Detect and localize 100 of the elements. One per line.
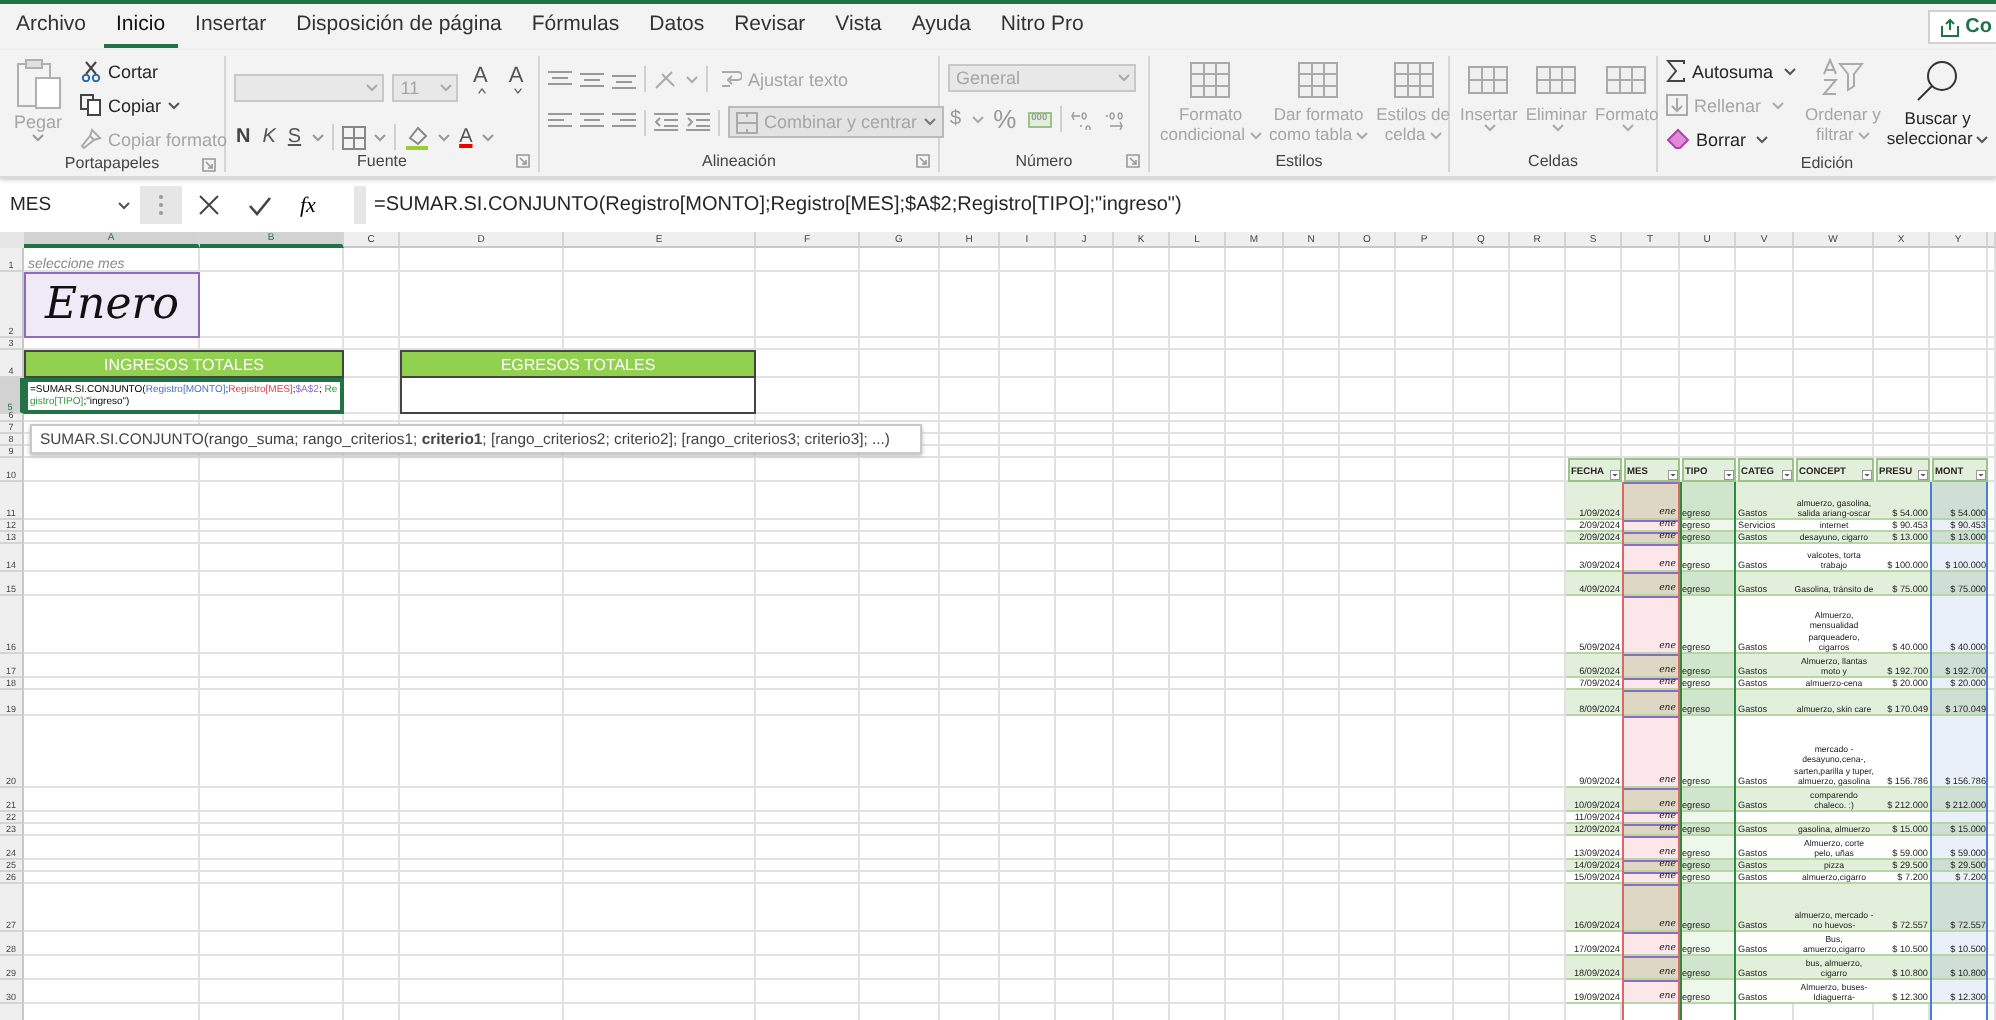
clear-button[interactable]: Borrar [1662, 124, 1800, 154]
caret-icon [1249, 131, 1262, 140]
paintbrush-icon [80, 128, 103, 150]
ribbon-tab[interactable]: Vista [823, 6, 894, 48]
ribbon-tab[interactable]: Nitro Pro [988, 6, 1096, 48]
filter-dropdown-icon[interactable] [1668, 470, 1678, 480]
caret-icon [1552, 124, 1565, 132]
group-label: Alineación [702, 152, 776, 170]
ribbon-tab[interactable]: Disposición de página [284, 6, 514, 48]
caret-icon [1622, 124, 1635, 132]
copy-button[interactable]: Copiar [76, 90, 232, 120]
caret-icon [118, 201, 130, 209]
group-label: Celdas [1528, 152, 1578, 170]
align-middle-icon[interactable] [580, 69, 604, 89]
borders-icon[interactable] [341, 125, 366, 149]
dialog-launcher-icon[interactable] [916, 154, 930, 168]
insert-function-button[interactable]: fx [300, 193, 316, 217]
expense-header: EGRESOS TOTALES [400, 350, 756, 378]
caret-icon [1118, 74, 1130, 82]
table-grid-icon [1190, 62, 1231, 98]
formula-field[interactable]: =SUMAR.SI.CONJUNTO(Registro[MONTO];Registro[MES];$A$2;Registro[TIPO];"ingreso") [366, 186, 1996, 224]
filter-dropdown-icon[interactable] [1862, 470, 1872, 480]
expense-total-cell[interactable] [400, 378, 756, 414]
caret-icon [1484, 124, 1497, 132]
shrink-font-button[interactable]: A [502, 64, 530, 112]
clipboard-icon [14, 58, 63, 110]
ribbon-tab[interactable]: Ayuda [899, 6, 983, 48]
table-grid-icon [1393, 62, 1434, 98]
group-label: Número [1015, 152, 1073, 170]
caret-icon [513, 88, 522, 94]
month-cell[interactable]: Enero [24, 272, 200, 338]
grow-font-button[interactable]: A [466, 64, 495, 112]
ribbon-tab[interactable]: Insertar [183, 6, 279, 48]
caret-icon [686, 75, 698, 83]
merge-cells-icon [736, 111, 758, 133]
caret-up-icon [477, 88, 486, 94]
table-grid-icon [1298, 62, 1339, 98]
dialog-launcher-icon[interactable] [202, 158, 216, 172]
fill-down-icon [1666, 94, 1688, 116]
scissors-icon [80, 60, 103, 82]
ribbon-tab[interactable]: Revisar [722, 6, 818, 48]
caret-icon [366, 84, 379, 92]
filter-dropdown-icon[interactable] [1610, 470, 1620, 480]
increase-indent-icon[interactable] [686, 112, 710, 132]
caret-icon [167, 101, 180, 109]
wrap-text-icon [720, 68, 742, 90]
group-label: Portapapeles [64, 154, 160, 172]
align-right-icon[interactable] [612, 112, 636, 132]
eraser-icon [1666, 128, 1690, 150]
ribbon-tab[interactable]: Fórmulas [519, 6, 632, 48]
caret-icon [1976, 135, 1989, 144]
font-color-button[interactable]: A [457, 126, 475, 148]
ribbon-tab[interactable]: Datos [637, 6, 717, 48]
search-icon [1915, 58, 1960, 102]
decrease-decimal-icon[interactable] [1102, 109, 1127, 129]
cells-grid-icon [1468, 62, 1509, 98]
text-orientation-icon[interactable] [654, 68, 678, 90]
caret-icon [1429, 131, 1442, 140]
row-header[interactable] [0, 1004, 24, 1020]
underline-button[interactable]: S [285, 126, 304, 148]
bold-button[interactable]: N [234, 126, 253, 148]
autosum-button[interactable]: Autosuma [1662, 56, 1800, 86]
align-top-icon[interactable] [548, 69, 572, 89]
filter-dropdown-icon[interactable] [1976, 470, 1986, 480]
check-icon[interactable] [248, 195, 272, 215]
caret-icon [32, 134, 45, 142]
filter-dropdown-icon[interactable] [1724, 470, 1734, 480]
copy-icon [80, 94, 103, 116]
caret-icon [482, 133, 495, 141]
share-button[interactable]: Co [1927, 10, 1996, 44]
find-select-button[interactable]: Buscar y seleccionar [1886, 56, 1989, 150]
caret-icon [1783, 67, 1796, 75]
caret-icon [440, 84, 453, 92]
name-box[interactable]: MES [0, 186, 140, 224]
dialog-launcher-icon[interactable] [1126, 154, 1140, 168]
caret-icon [971, 115, 984, 123]
cut-button[interactable]: Cortar [76, 56, 232, 86]
ribbon-tab[interactable]: Archivo [4, 6, 99, 48]
increase-decimal-icon[interactable] [1070, 109, 1095, 129]
caret-icon [1756, 135, 1769, 143]
filter-dropdown-icon[interactable] [1918, 470, 1928, 480]
caret-icon [1356, 131, 1369, 140]
decrease-indent-icon[interactable] [654, 112, 678, 132]
align-center-icon[interactable] [580, 112, 604, 132]
caret-icon [437, 133, 450, 141]
group-label: Estilos [1275, 152, 1323, 170]
filter-dropdown-icon[interactable] [1782, 470, 1792, 480]
italic-button[interactable]: K [260, 126, 278, 148]
group-label: Fuente [357, 152, 407, 170]
dialog-launcher-icon[interactable] [516, 154, 530, 168]
income-header: INGRESOS TOTALES [24, 350, 344, 378]
caret-icon [923, 118, 936, 126]
grip-icon [158, 194, 164, 216]
align-bottom-icon[interactable] [612, 69, 636, 89]
caret-icon [1857, 131, 1870, 140]
fill-color-icon[interactable] [403, 124, 430, 150]
caret-icon [311, 133, 324, 141]
cancel-icon[interactable] [198, 194, 220, 216]
align-left-icon[interactable] [548, 112, 572, 132]
caret-icon [373, 133, 386, 141]
